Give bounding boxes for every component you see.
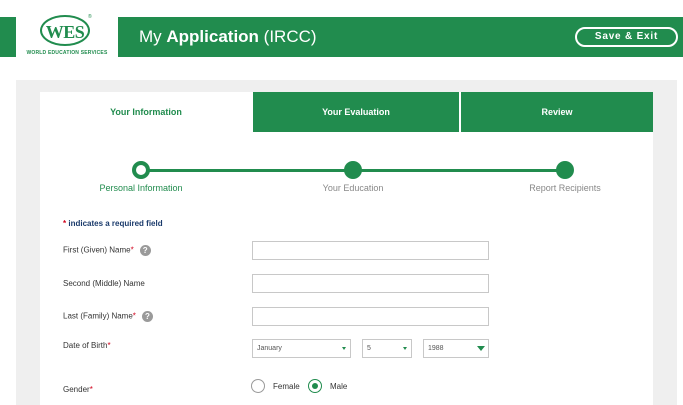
last-name-label-text: Last (Family) Name	[63, 311, 133, 321]
step-dot-personal-information	[132, 161, 150, 179]
logo-registered-mark: ®	[88, 14, 92, 20]
step-label-your-education: Your Education	[322, 183, 384, 193]
first-name-input[interactable]	[252, 241, 489, 260]
required-asterisk: *	[130, 245, 134, 255]
title-prefix: My	[139, 27, 167, 46]
gender-female-radio[interactable]	[251, 379, 265, 393]
gender-label-text: Gender	[63, 385, 90, 394]
required-field-note: * indicates a required field	[63, 219, 163, 228]
tab-your-evaluation[interactable]: Your Evaluation	[253, 92, 459, 132]
step-dot-your-education	[344, 161, 362, 179]
help-icon[interactable]: ?	[139, 245, 151, 256]
tab-your-information[interactable]: Your Information	[40, 92, 252, 132]
step-dot-report-recipients	[556, 161, 574, 179]
required-asterisk: *	[107, 341, 111, 350]
tab-review[interactable]: Review	[461, 92, 653, 132]
gender-male-radio[interactable]	[308, 379, 322, 393]
dob-year-value: 1988	[428, 345, 444, 352]
date-of-birth-label-text: Date of Birth	[63, 341, 108, 350]
first-name-label-text: First (Given) Name	[63, 245, 131, 255]
gender-label: Gender*	[63, 385, 93, 394]
required-note-text: indicates a required field	[66, 219, 163, 228]
dob-month-value: January	[257, 345, 282, 352]
required-asterisk: *	[89, 385, 93, 394]
gender-female-label[interactable]: Female	[273, 382, 300, 391]
first-name-label: First (Given) Name*?	[63, 245, 151, 256]
dob-day-select[interactable]: 5	[362, 339, 412, 358]
chevron-down-icon	[342, 347, 346, 350]
step-label-report-recipients: Report Recipients	[529, 183, 601, 193]
middle-name-label: Second (Middle) Name	[63, 279, 145, 288]
title-suffix: (IRCC)	[258, 27, 317, 46]
chevron-down-icon	[477, 346, 485, 351]
last-name-input[interactable]	[252, 307, 489, 326]
wes-logo[interactable]: WES ® WORLD EDUCATION SERVICES	[16, 12, 118, 58]
save-exit-button[interactable]: Save & Exit	[575, 27, 678, 47]
middle-name-input[interactable]	[252, 274, 489, 293]
dob-month-select[interactable]: January	[252, 339, 351, 358]
chevron-down-icon	[403, 347, 407, 350]
date-of-birth-label: Date of Birth*	[63, 341, 111, 350]
last-name-label: Last (Family) Name*?	[63, 311, 153, 322]
help-icon[interactable]: ?	[141, 311, 153, 322]
logo-subtitle: WORLD EDUCATION SERVICES	[26, 50, 108, 56]
page-title: My Application (IRCC)	[139, 27, 317, 47]
dob-day-value: 5	[367, 345, 371, 352]
title-bold: Application	[166, 27, 259, 46]
dob-year-select[interactable]: 1988	[423, 339, 489, 358]
required-asterisk: *	[132, 311, 136, 321]
logo-text: WES	[45, 22, 85, 42]
logo-oval: WES	[40, 15, 90, 46]
step-label-personal-information: Personal Information	[99, 183, 183, 193]
gender-male-label[interactable]: Male	[330, 382, 347, 391]
